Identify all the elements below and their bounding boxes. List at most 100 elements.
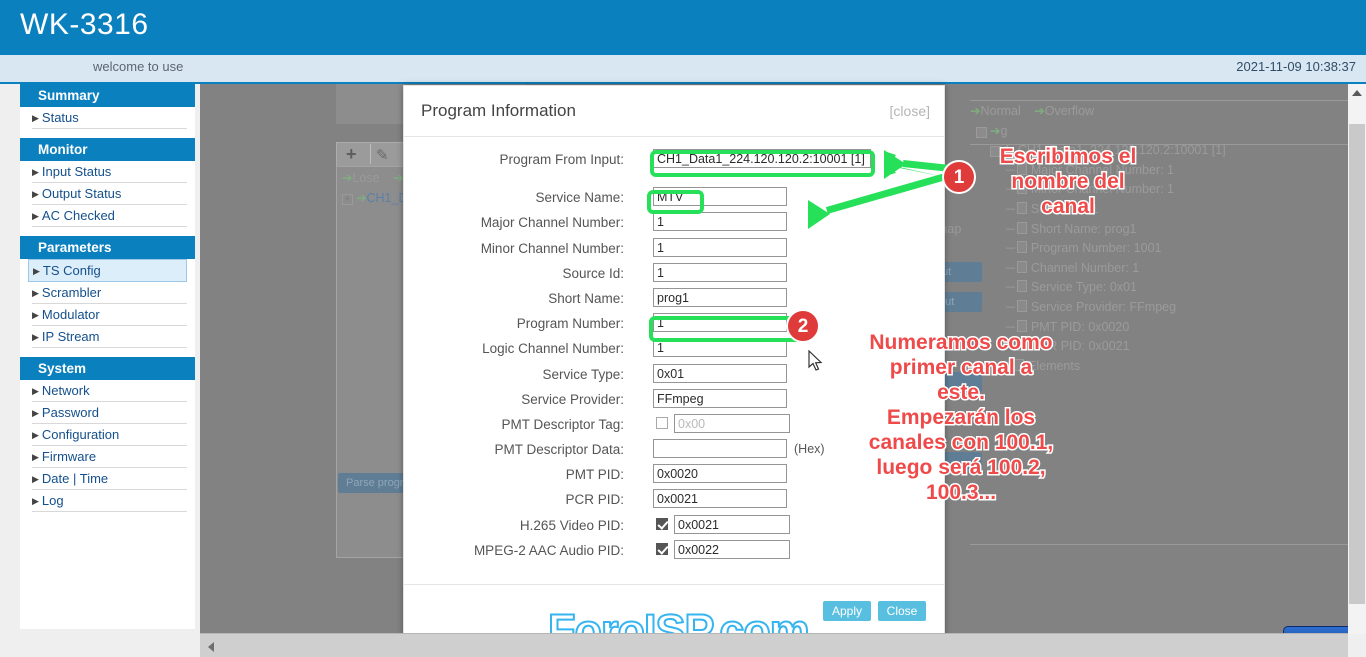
document-icon	[1016, 260, 1027, 273]
sidebar-menu-monitor: ▶ Input Status ▶ Output Status ▶ AC Checked	[20, 161, 195, 227]
form-row-program-from-input: Program From Input: CH1_Data1_224.120.12…	[404, 149, 944, 174]
sidebar-item-modulator[interactable]: ▶ Modulator	[32, 304, 187, 326]
field-label: MPEG-2 AAC Audio PID:	[473, 542, 624, 558]
sidebar-item-label: TS Config	[42, 263, 101, 278]
pmt-descriptor-tag-checkbox[interactable]	[656, 416, 668, 429]
field-label: PMT Descriptor Data:	[494, 442, 624, 458]
document-icon	[1016, 241, 1027, 254]
chevron-right-icon: ▶	[32, 474, 39, 484]
sidebar-item-label: Firmware	[41, 449, 97, 464]
field-label: Short Name:	[548, 290, 624, 306]
tree-header-divider	[970, 84, 1348, 101]
annotation-text-1: Escribimos el nombre del canal	[998, 144, 1138, 220]
mpeg2-aac-audio-pid-field[interactable]: 0x0022	[674, 539, 790, 559]
field-label: PMT Descriptor Tag:	[501, 416, 624, 432]
edit-pencil-icon[interactable]: ✎	[376, 146, 389, 164]
chevron-right-icon: ▶	[32, 189, 39, 199]
sidebar-item-date-time[interactable]: ▶ Date | Time	[32, 468, 187, 490]
logic-channel-number-field[interactable]: 1	[653, 338, 787, 358]
sidebar-item-configuration[interactable]: ▶ Configuration	[32, 424, 187, 446]
scroll-left-arrow-icon[interactable]	[208, 642, 214, 652]
annotation-badge-1: 1	[942, 160, 976, 194]
sidebar-item-label: Log	[41, 493, 64, 508]
sidebar-item-output-status[interactable]: ▶ Output Status	[32, 183, 187, 205]
sidebar-item-firmware[interactable]: ▶ Firmware	[32, 446, 187, 468]
short-name-field[interactable]: prog1	[653, 287, 787, 307]
close-button[interactable]: Close	[878, 601, 926, 621]
form-row-source-id: Source Id: 1	[404, 262, 944, 288]
pmt-descriptor-tag-field[interactable]: 0x00	[674, 413, 790, 433]
pmt-pid-field[interactable]: 0x0020	[653, 464, 787, 484]
arrow-right-icon: ➔	[342, 171, 353, 185]
mpeg2-aac-audio-pid-checkbox[interactable]	[656, 542, 668, 555]
field-label: Service Provider:	[521, 391, 624, 407]
field-label: Service Type:	[542, 366, 624, 382]
dialog-title: Program Information	[421, 101, 576, 120]
major-channel-number-field[interactable]: 1	[653, 212, 787, 232]
parse-program-button[interactable]: Parse progr	[338, 473, 412, 493]
sidebar-item-input-status[interactable]: ▶ Input Status	[32, 161, 187, 183]
chevron-right-icon: ▶	[32, 211, 39, 221]
horizontal-scrollbar[interactable]	[200, 633, 1348, 657]
sidebar-item-scrambler[interactable]: ▶ Scrambler	[32, 282, 187, 304]
collapse-icon[interactable]: –	[976, 126, 987, 138]
apply-button[interactable]: Apply	[823, 601, 871, 621]
sidebar-section-monitor: Monitor	[20, 138, 195, 161]
hex-note-label: (Hex)	[794, 442, 825, 457]
chevron-right-icon: ▶	[32, 332, 39, 342]
minor-channel-number-field[interactable]: 1	[653, 237, 787, 257]
sidebar-item-ts-config[interactable]: ▶ TS Config	[28, 259, 187, 282]
sidebar-menu-system: ▶ Network ▶ Password ▶ Configuration ▶ Firmw…	[20, 380, 195, 512]
source-id-field[interactable]: 1	[653, 262, 787, 282]
pmt-descriptor-data-field[interactable]	[653, 439, 787, 459]
vertical-scrollbar[interactable]	[1348, 84, 1366, 634]
vertical-scrollbar-thumb[interactable]	[1349, 124, 1365, 604]
app-brand-title: WK-3316	[20, 8, 149, 41]
sub-header-bar: welcome to use 2021-11-09 10:38:37	[0, 55, 1366, 84]
add-icon[interactable]: +	[346, 144, 357, 165]
form-row-major-channel-number: Major Channel Number: 1	[404, 212, 944, 237]
form-row-mpeg2-aac-audio-pid: MPEG-2 AAC Audio PID: 0x0022	[404, 539, 944, 565]
program-from-input-field[interactable]: CH1_Data1_224.120.120.2:10001 [1]	[653, 149, 871, 168]
field-label: Minor Channel Number:	[480, 240, 624, 256]
field-label: Service Name:	[535, 190, 624, 206]
chevron-right-icon: ▶	[32, 430, 39, 440]
sidebar-menu-summary: ▶ Status	[20, 107, 195, 129]
sidebar-item-log[interactable]: ▶ Log	[32, 490, 187, 512]
tree-leaf: ─ Channel Number: 1	[1006, 260, 1140, 275]
sidebar-item-password[interactable]: ▶ Password	[32, 402, 187, 424]
datetime-display: 2021-11-09 10:38:37	[1236, 59, 1356, 74]
scroll-up-arrow-icon[interactable]	[1352, 90, 1362, 96]
sidebar-item-status[interactable]: ▶ Status	[32, 107, 187, 129]
annotation-badge-2: 2	[786, 309, 820, 343]
sidebar-section-parameters: Parameters	[20, 236, 195, 259]
chevron-right-icon: ▶	[32, 113, 39, 123]
chevron-right-icon: ▶	[33, 266, 40, 276]
sidebar-item-label: IP Stream	[41, 329, 100, 344]
sidebar-item-ac-checked[interactable]: ▶ AC Checked	[32, 205, 187, 227]
field-label: PCR PID:	[565, 492, 624, 508]
sidebar-item-network[interactable]: ▶ Network	[32, 380, 187, 402]
tree-item-input[interactable]: + ➔CH1_D	[342, 190, 407, 206]
service-provider-field[interactable]: FFmpeg	[653, 388, 787, 408]
sidebar-item-label: Status	[41, 110, 79, 125]
program-number-field[interactable]: 1	[653, 313, 787, 333]
sidebar-item-ip-stream[interactable]: ▶ IP Stream	[32, 326, 187, 348]
chevron-right-icon: ▶	[32, 496, 39, 506]
h265-video-pid-field[interactable]: 0x0021	[674, 514, 790, 534]
chevron-right-icon: ▶	[32, 310, 39, 320]
sidebar-section-system: System	[20, 357, 195, 380]
tree-root-node[interactable]: – ➔g	[970, 122, 1348, 142]
pcr-pid-field[interactable]: 0x0021	[653, 489, 787, 509]
tree-leaf: ─ Service Provider: FFmpeg	[1006, 299, 1177, 314]
tree-leaf: ─ Program Number: 1001	[1006, 241, 1162, 256]
sidebar-item-label: Scrambler	[41, 285, 102, 300]
sidebar-item-label: Input Status	[41, 164, 112, 179]
h265-video-pid-checkbox[interactable]	[656, 517, 668, 530]
form-row-minor-channel-number: Minor Channel Number: 1	[404, 237, 944, 263]
service-name-field[interactable]: MTV	[653, 187, 787, 207]
dialog-close-link[interactable]: [close]	[890, 103, 930, 119]
expand-icon[interactable]: +	[342, 194, 353, 205]
service-type-field[interactable]: 0x01	[653, 363, 787, 383]
document-icon	[1016, 299, 1027, 312]
